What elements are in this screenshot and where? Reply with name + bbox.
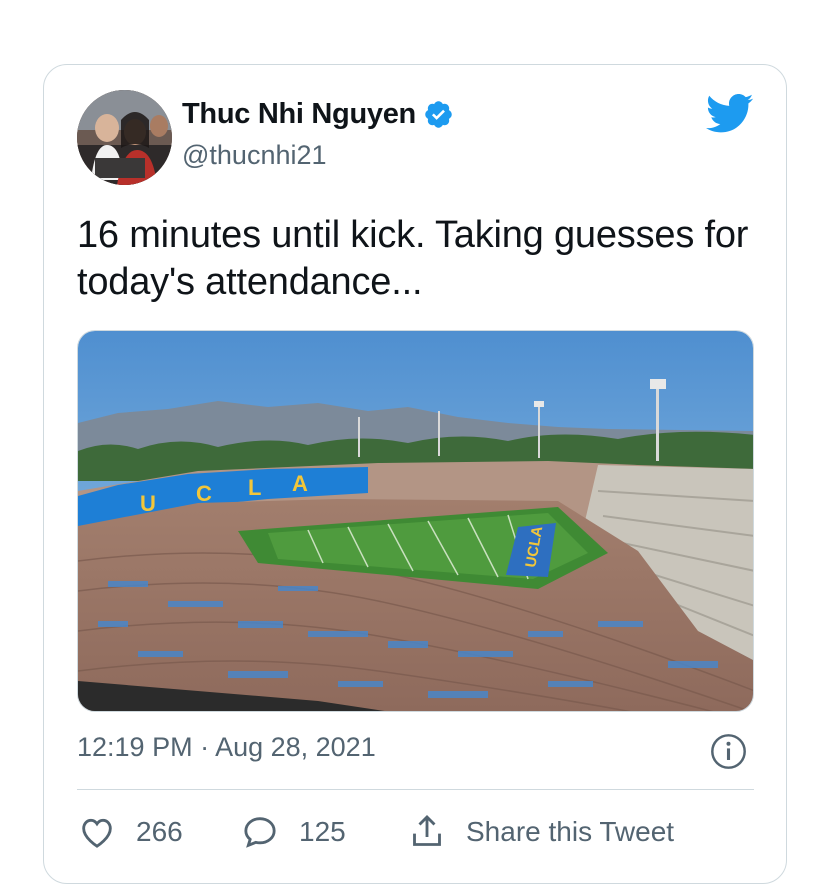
tweet-timestamp[interactable]: 12:19 PM · Aug 28, 2021	[77, 732, 376, 763]
reply-count: 125	[299, 816, 346, 847]
share-icon	[413, 814, 441, 846]
stadium-letter: L	[248, 475, 261, 500]
share-label: Share this Tweet	[466, 816, 675, 847]
like-button[interactable]: 266	[77, 812, 240, 852]
info-icon[interactable]	[710, 733, 747, 770]
twitter-bird-icon[interactable]	[706, 94, 754, 134]
reply-button[interactable]: 125	[240, 812, 407, 852]
verified-badge-icon	[425, 101, 452, 128]
reply-icon	[244, 817, 276, 848]
avatar[interactable]	[77, 90, 172, 185]
author-display-name[interactable]: Thuc Nhi Nguyen	[182, 98, 416, 131]
tweet-actions-row: 266 125 Share this Tweet	[77, 812, 674, 852]
divider	[77, 789, 754, 790]
tweet-text: 16 minutes until kick. Taking guesses fo…	[77, 214, 749, 303]
tweet-media-photo[interactable]: U C L A UCLA	[77, 330, 754, 712]
like-count: 266	[136, 816, 183, 847]
author-name-row[interactable]: Thuc Nhi Nguyen	[182, 98, 454, 131]
author-handle[interactable]: @thucnhi21	[182, 140, 327, 171]
stadium-letter: A	[292, 471, 308, 496]
share-button[interactable]: Share this Tweet	[407, 812, 674, 852]
heart-icon	[82, 818, 112, 848]
stadium-letter: C	[196, 481, 212, 506]
